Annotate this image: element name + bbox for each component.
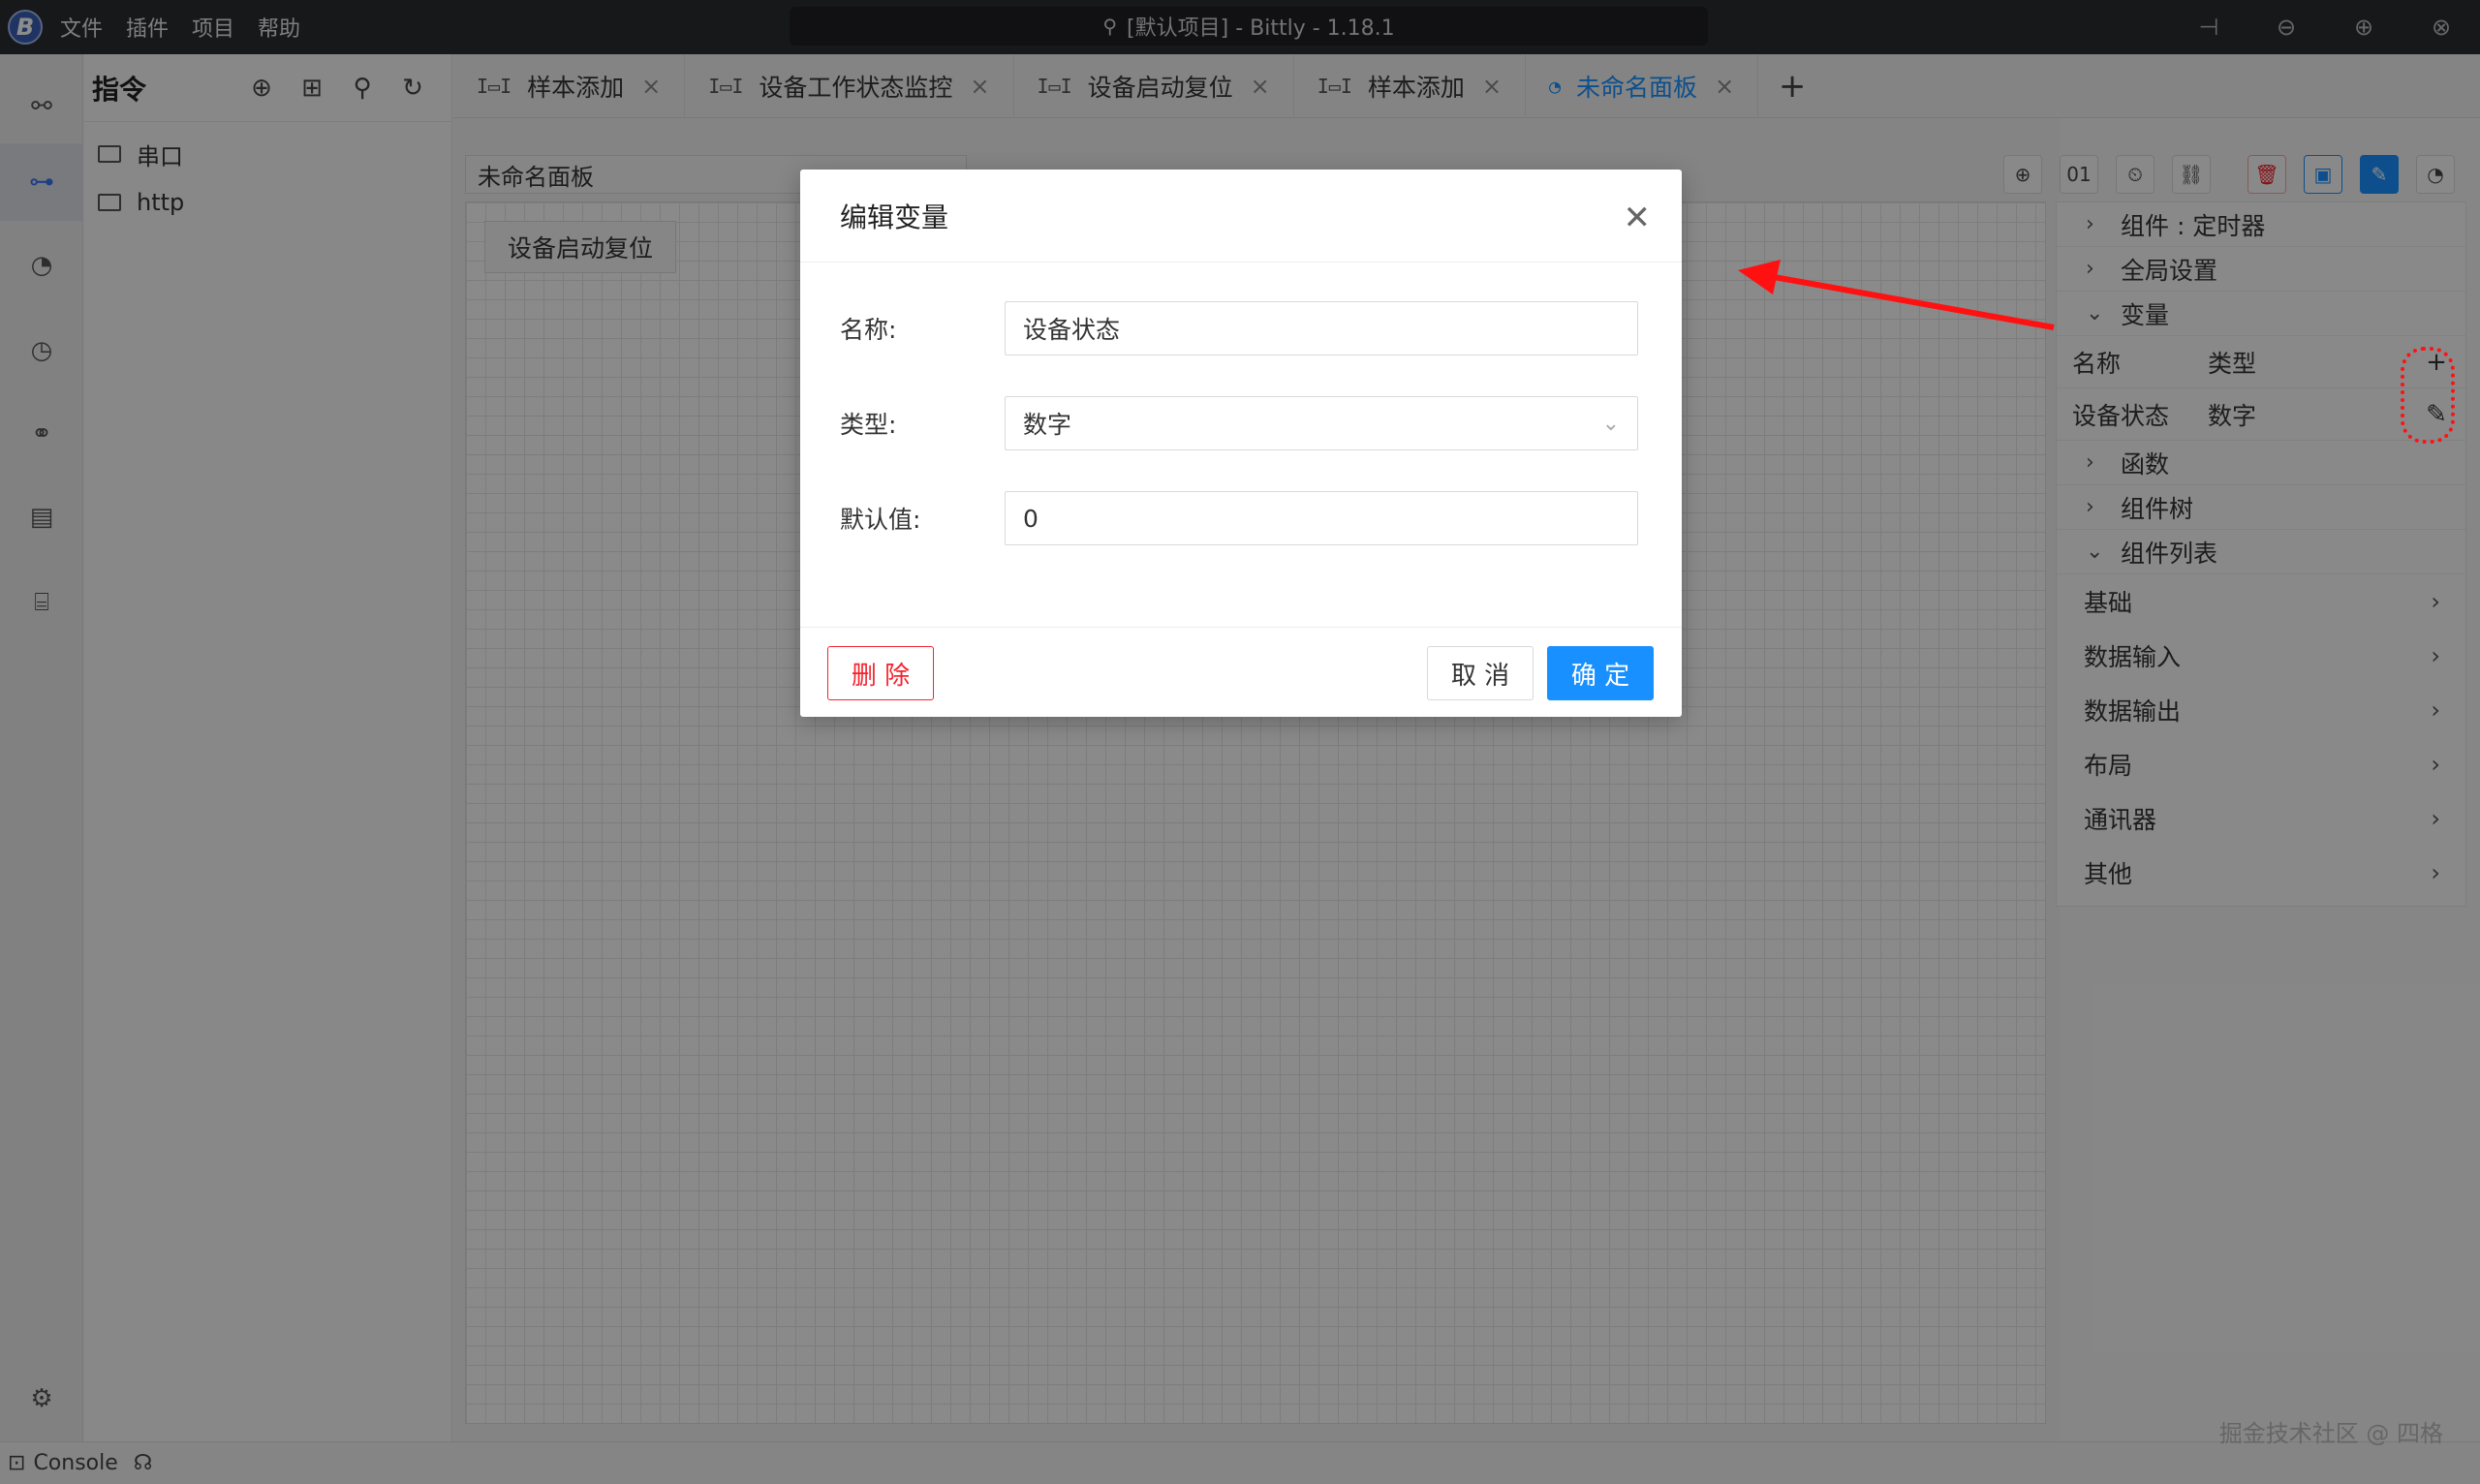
- annotation-highlight: [2401, 347, 2455, 444]
- dialog-header: 编辑变量: [800, 170, 1682, 263]
- name-form-row: 名称: 设备状态: [840, 301, 1644, 356]
- annotation-arrow-icon: [1738, 260, 2055, 330]
- close-icon[interactable]: ✕: [1624, 199, 1652, 237]
- delete-button[interactable]: 删 除: [827, 646, 934, 700]
- default-value-field[interactable]: 0: [1005, 491, 1638, 545]
- confirm-button[interactable]: 确 定: [1547, 646, 1654, 700]
- name-field[interactable]: 设备状态: [1005, 301, 1638, 356]
- dialog-footer: 删 除 取 消 确 定: [800, 627, 1682, 717]
- type-form-row: 类型: 数字 ⌄: [840, 396, 1644, 450]
- dialog-title: 编辑变量: [840, 201, 949, 233]
- type-selected-value: 数字: [1023, 411, 1072, 439]
- chevron-down-icon: ⌄: [1601, 411, 1620, 436]
- cancel-button[interactable]: 取 消: [1427, 646, 1534, 700]
- default-form-row: 默认值: 0: [840, 491, 1644, 545]
- type-select[interactable]: 数字 ⌄: [1005, 396, 1638, 450]
- edit-variable-dialog: 编辑变量 ✕ 名称: 设备状态 类型: 数字 ⌄ 默认值: 0 删 除 取 消 …: [800, 170, 1682, 717]
- watermark: 掘金技术社区 @ 四格: [2218, 1420, 2443, 1447]
- default-label: 默认值:: [840, 506, 921, 534]
- name-label: 名称:: [840, 316, 897, 344]
- type-label: 类型:: [840, 411, 897, 439]
